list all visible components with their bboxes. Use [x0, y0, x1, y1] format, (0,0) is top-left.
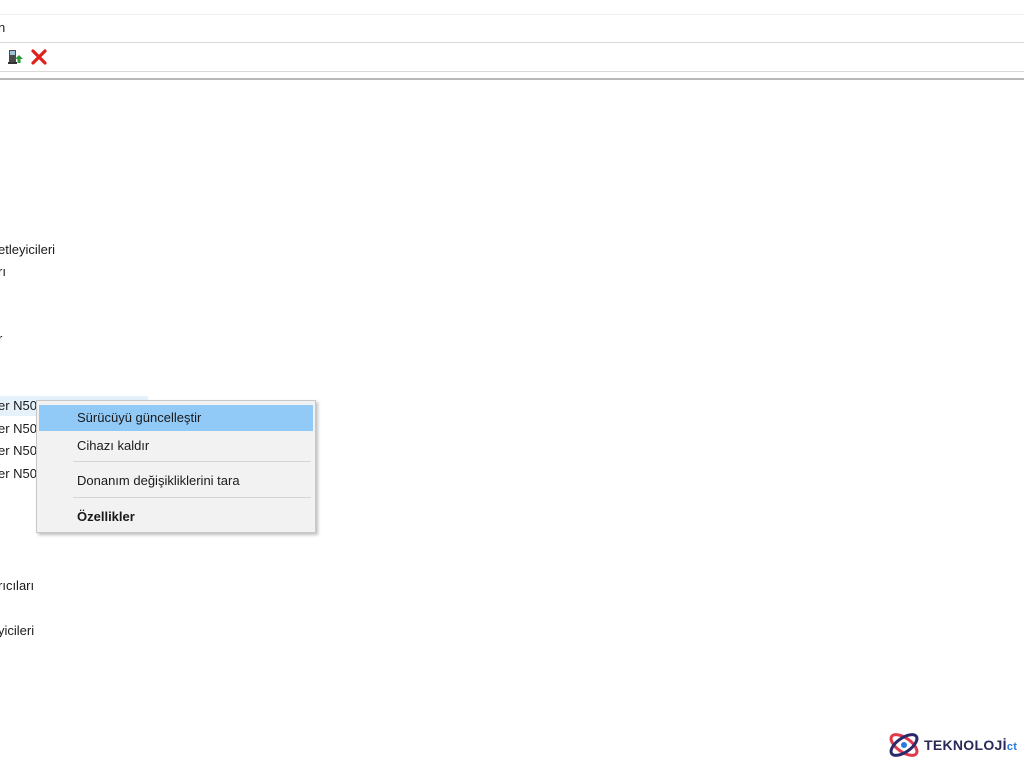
tree-item-fragment[interactable]: rı	[0, 262, 6, 282]
menu-separator	[73, 497, 311, 498]
menu-item-properties[interactable]: Özellikler	[39, 504, 313, 530]
uninstall-icon[interactable]	[29, 47, 49, 67]
device-manager-window: n etleyicileri rı r er N50 er N50 er N50…	[0, 0, 1024, 768]
tree-item-fragment[interactable]: rıcıları	[0, 576, 34, 596]
menu-item-update-driver[interactable]: Sürücüyü güncelleştir	[39, 405, 313, 431]
tree-item-device[interactable]: er N50	[0, 441, 37, 461]
title-strip	[0, 0, 1024, 14]
tree-item-device[interactable]: er N50	[0, 419, 37, 439]
tree-item-fragment[interactable]: yicileri	[0, 621, 34, 641]
menu-item-scan-hardware[interactable]: Donanım değişikliklerini tara	[39, 468, 313, 494]
update-driver-icon[interactable]	[6, 47, 26, 67]
watermark-logo: TEKNOLOJİct	[886, 727, 1024, 765]
tree-item-device[interactable]: er N50	[0, 464, 37, 484]
toolbar-separator	[0, 78, 1024, 80]
atom-logo-icon	[889, 733, 919, 757]
menu-item-fragment[interactable]: n	[0, 20, 5, 35]
menu-bar: n	[0, 14, 1024, 43]
menu-separator	[73, 461, 311, 462]
menu-item-uninstall-device[interactable]: Cihazı kaldır	[39, 433, 313, 459]
watermark-text: TEKNOLOJİct	[924, 737, 1018, 753]
context-menu: Sürücüyü güncelleştir Cihazı kaldır Dona…	[36, 400, 316, 533]
tree-item-controllers[interactable]: etleyicileri	[0, 240, 55, 260]
tree-item-fragment[interactable]: r	[0, 329, 2, 349]
toolbar	[0, 43, 1024, 72]
